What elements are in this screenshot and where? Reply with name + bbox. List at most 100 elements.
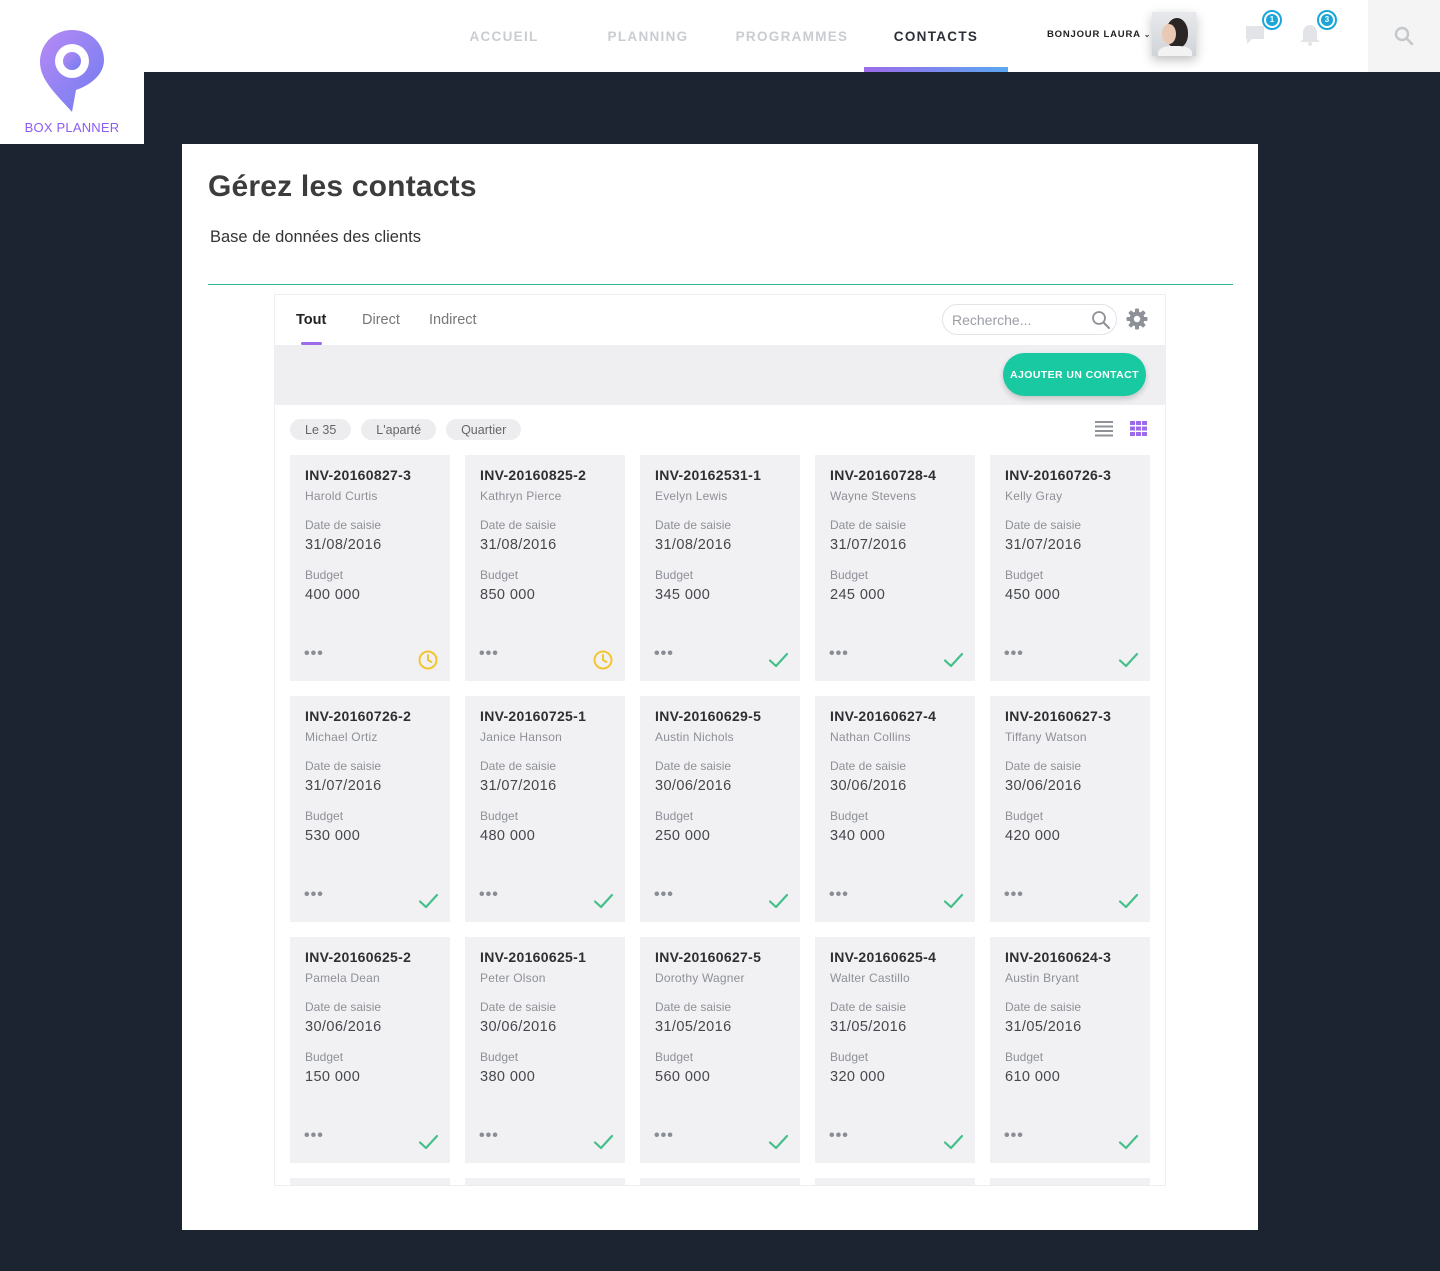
contact-card[interactable] (290, 1178, 450, 1185)
contact-card[interactable] (990, 1178, 1150, 1185)
avatar[interactable] (1152, 12, 1196, 56)
nav-planning[interactable]: PLANNING (576, 0, 720, 72)
filter-chip[interactable]: Le 35 (290, 419, 352, 440)
budget-value: 345 000 (655, 587, 711, 603)
contact-card[interactable]: INV-20162531-1 Evelyn Lewis Date de saisie… (640, 455, 800, 681)
invoice-id: INV-20160728-4 (830, 467, 937, 483)
messages-button[interactable]: 1 (1244, 10, 1282, 48)
notifications-button[interactable]: 3 (1299, 10, 1337, 48)
invoice-id: INV-20160627-5 (655, 949, 762, 965)
global-search-button[interactable] (1368, 0, 1440, 72)
check-icon (767, 649, 789, 676)
main-nav: ACCUEIL PLANNING PROGRAMMES CONTACTS (432, 0, 1008, 72)
check-icon (417, 890, 439, 917)
filter-chip[interactable]: Quartier (446, 419, 522, 440)
tab-tout[interactable]: Tout (296, 312, 326, 328)
budget-value: 850 000 (480, 587, 536, 603)
contact-name: Kelly Gray (1005, 489, 1063, 503)
budget-value: 250 000 (655, 828, 711, 844)
contact-name: Peter Olson (480, 971, 546, 985)
more-options-icon[interactable]: ••• (829, 1128, 849, 1144)
contact-card[interactable]: INV-20160825-2 Kathryn Pierce Date de sais… (465, 455, 625, 681)
action-bar: AJOUTER UN CONTACT (275, 345, 1165, 405)
contact-card[interactable]: INV-20160624-3 Austin Bryant Date de saisi… (990, 937, 1150, 1163)
more-options-icon[interactable]: ••• (829, 887, 849, 903)
contact-card[interactable]: INV-20160625-2 Pamela Dean Date de saisie 3… (290, 937, 450, 1163)
more-options-icon[interactable]: ••• (304, 887, 324, 903)
invoice-id: INV-20160825-2 (480, 467, 587, 483)
contact-card[interactable]: INV-20160827-3 Harold Curtis Date de saisi… (290, 455, 450, 681)
contact-card[interactable]: INV-20160726-2 Michael Ortiz Date de saisi… (290, 696, 450, 922)
contact-name: Austin Bryant (1005, 971, 1079, 985)
contact-card[interactable]: INV-20160627-5 Dorothy Wagner Date de sais… (640, 937, 800, 1163)
contact-type-tabs: Tout Direct Indirect (275, 295, 1165, 345)
budget-label: Budget (305, 809, 344, 823)
invoice-id: INV-20160625-2 (305, 949, 412, 965)
user-menu[interactable]: BONJOUR LAURA ⌄ (1047, 29, 1151, 40)
budget-value: 245 000 (830, 587, 886, 603)
list-view-icon[interactable] (1095, 421, 1113, 437)
more-options-icon[interactable]: ••• (479, 646, 499, 662)
add-contact-button[interactable]: AJOUTER UN CONTACT (1003, 353, 1146, 396)
contact-card-grid: INV-20160827-3 Harold Curtis Date de saisi… (290, 455, 1165, 1185)
contact-name: Wayne Stevens (830, 489, 917, 503)
search-icon[interactable] (1091, 310, 1111, 330)
contact-card[interactable]: INV-20160625-4 Walter Castillo Date de sai… (815, 937, 975, 1163)
search-input[interactable] (952, 311, 1087, 329)
budget-value: 530 000 (305, 828, 361, 844)
nav-programmes[interactable]: PROGRAMMES (720, 0, 864, 72)
budget-label: Budget (1005, 809, 1044, 823)
contact-card[interactable]: INV-20160725-1 Janice Hanson Date de saisi… (465, 696, 625, 922)
budget-label: Budget (480, 809, 519, 823)
more-options-icon[interactable]: ••• (654, 646, 674, 662)
check-icon (1117, 1131, 1139, 1158)
chat-icon (1246, 26, 1264, 44)
entry-date: 31/05/2016 (1005, 1019, 1082, 1035)
contact-name: Walter Castillo (830, 971, 910, 985)
more-options-icon[interactable]: ••• (1004, 887, 1024, 903)
contact-card[interactable]: INV-20160726-3 Kelly Gray Date de saisie 31… (990, 455, 1150, 681)
more-options-icon[interactable]: ••• (1004, 646, 1024, 662)
check-icon (942, 649, 964, 676)
tab-direct[interactable]: Direct (362, 312, 400, 328)
grid-view-icon[interactable] (1130, 421, 1147, 436)
contact-card[interactable]: INV-20160627-3 Tiffany Watson Date de sais… (990, 696, 1150, 922)
more-options-icon[interactable]: ••• (654, 1128, 674, 1144)
contact-name: Dorothy Wagner (655, 971, 745, 985)
chevron-down-icon: ⌄ (1143, 30, 1152, 39)
gear-icon[interactable] (1126, 308, 1148, 330)
more-options-icon[interactable]: ••• (304, 646, 324, 662)
budget-label: Budget (305, 568, 344, 582)
date-label: Date de saisie (655, 1000, 732, 1014)
date-label: Date de saisie (830, 1000, 907, 1014)
contact-name: Tiffany Watson (1005, 730, 1087, 744)
more-options-icon[interactable]: ••• (1004, 1128, 1024, 1144)
contact-card[interactable]: INV-20160625-1 Peter Olson Date de saisie 3… (465, 937, 625, 1163)
more-options-icon[interactable]: ••• (829, 646, 849, 662)
contact-card[interactable]: INV-20160629-5 Austin Nichols Date de sais… (640, 696, 800, 922)
invoice-id: INV-20160624-3 (1005, 949, 1112, 965)
map-pin-logo-icon (40, 30, 104, 112)
check-icon (767, 890, 789, 917)
budget-label: Budget (655, 1050, 694, 1064)
entry-date: 30/06/2016 (1005, 778, 1082, 794)
check-icon (1117, 649, 1139, 676)
nav-contacts[interactable]: CONTACTS (864, 0, 1008, 72)
date-label: Date de saisie (655, 759, 732, 773)
more-options-icon[interactable]: ••• (304, 1128, 324, 1144)
more-options-icon[interactable]: ••• (479, 887, 499, 903)
filter-chip[interactable]: L'aparté (361, 419, 437, 440)
more-options-icon[interactable]: ••• (479, 1128, 499, 1144)
contact-card[interactable] (465, 1178, 625, 1185)
contact-card[interactable]: INV-20160627-4 Nathan Collins Date de sais… (815, 696, 975, 922)
contact-name: Nathan Collins (830, 730, 911, 744)
tab-indirect[interactable]: Indirect (429, 312, 477, 328)
brand-name: BOX PLANNER (24, 120, 120, 135)
nav-accueil[interactable]: ACCUEIL (432, 0, 576, 72)
budget-label: Budget (480, 568, 519, 582)
brand-logo[interactable]: BOX PLANNER (0, 0, 144, 144)
contact-card[interactable] (640, 1178, 800, 1185)
contact-card[interactable]: INV-20160728-4 Wayne Stevens Date de saisi… (815, 455, 975, 681)
more-options-icon[interactable]: ••• (654, 887, 674, 903)
contact-card[interactable] (815, 1178, 975, 1185)
